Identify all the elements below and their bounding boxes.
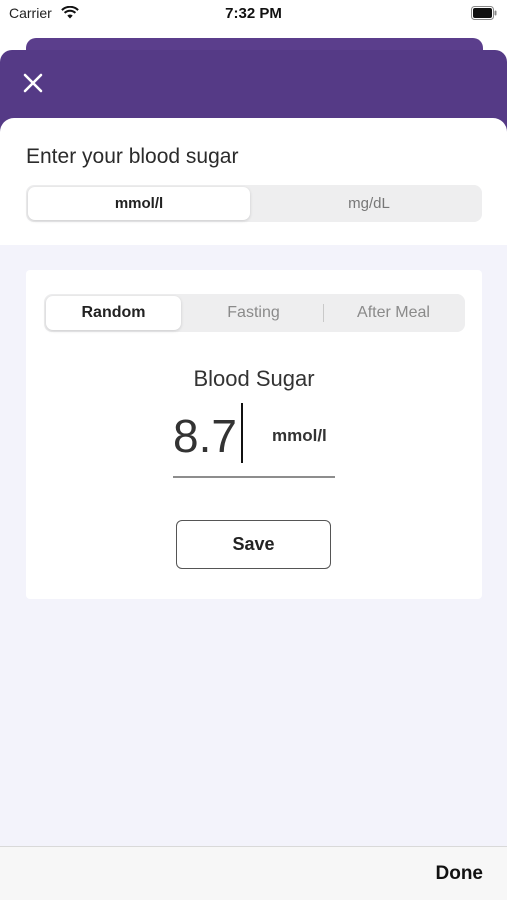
value-unit-label: mmol/l xyxy=(272,426,327,445)
entry-card: Random Fasting After Meal Blood Sugar 8.… xyxy=(26,270,482,599)
type-option-random[interactable]: Random xyxy=(46,296,181,330)
measurement-type-control: Random Fasting After Meal xyxy=(44,294,465,332)
save-button[interactable]: Save xyxy=(176,520,331,569)
status-bar: Carrier 7:32 PM xyxy=(0,0,507,30)
unit-segmented-control: mmol/l mg/dL xyxy=(26,185,482,222)
status-time: 7:32 PM xyxy=(225,5,282,22)
blood-sugar-modal: Enter your blood sugar mmol/l mg/dL Rand… xyxy=(0,118,507,900)
blood-sugar-input[interactable]: 8.7 xyxy=(173,403,243,469)
close-icon[interactable] xyxy=(22,72,44,94)
screen: Carrier 7:32 PM Enter your blood sugar m… xyxy=(0,0,507,900)
modal-title: Enter your blood sugar xyxy=(26,145,239,168)
blood-sugar-label: Blood Sugar xyxy=(193,366,315,391)
text-caret xyxy=(241,403,243,463)
type-option-fasting[interactable]: Fasting xyxy=(186,296,321,330)
segment-divider xyxy=(323,304,324,322)
battery-icon xyxy=(471,6,497,20)
type-option-after-meal[interactable]: After Meal xyxy=(326,296,461,330)
unit-option-mgdl[interactable]: mg/dL xyxy=(258,187,480,220)
unit-option-mmol[interactable]: mmol/l xyxy=(28,187,250,220)
done-button[interactable]: Done xyxy=(436,863,484,885)
keyboard-toolbar: Done xyxy=(0,846,507,900)
input-underline xyxy=(173,476,335,478)
